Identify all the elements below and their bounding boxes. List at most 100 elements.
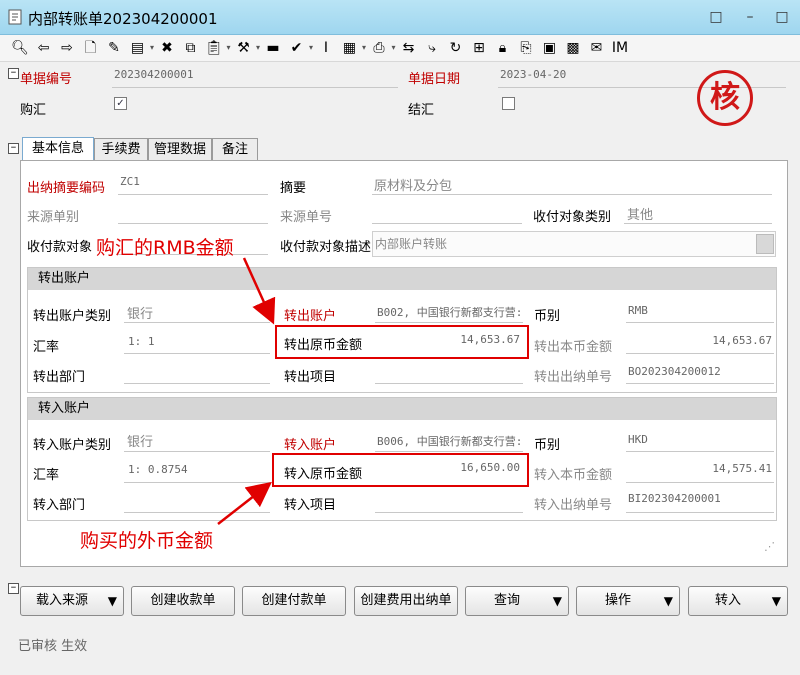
- link-icon[interactable]: ⇆: [399, 38, 419, 58]
- tools-icon[interactable]: ⚒: [234, 38, 254, 58]
- calculator-icon[interactable]: ▣: [540, 38, 560, 58]
- out-account-field[interactable]: [375, 321, 523, 323]
- status-text: 已审核 生效: [18, 639, 88, 654]
- transfer-in-button[interactable]: 转入 ▼: [688, 586, 788, 616]
- collapse-buttons-toggle[interactable]: −: [8, 583, 19, 594]
- out-currency-label: 币别: [534, 309, 561, 324]
- print-icon[interactable]: ⎙: [369, 38, 389, 58]
- toolbar-dropdown-icon[interactable]: ▾: [359, 38, 369, 58]
- out-type-field[interactable]: [124, 321, 270, 323]
- in-type-field[interactable]: [124, 450, 270, 452]
- out-local-amount-field[interactable]: [626, 352, 774, 354]
- source-bill-field[interactable]: [118, 222, 268, 224]
- in-currency-field[interactable]: [626, 450, 774, 452]
- create-payment-button[interactable]: 创建付款单: [242, 586, 346, 616]
- tab-basic-info[interactable]: 基本信息: [22, 137, 94, 162]
- paste-icon[interactable]: 📋︎: [204, 38, 224, 58]
- arrow-left-icon[interactable]: ⇦: [34, 38, 54, 58]
- arrow-right-icon[interactable]: ⇨: [57, 38, 77, 58]
- counterparty-desc-field[interactable]: 内部账户转账: [372, 231, 776, 257]
- out-dept-field[interactable]: [124, 382, 270, 384]
- copy-icon[interactable]: ⧉: [181, 38, 201, 58]
- out-account-title: 转出账户: [28, 268, 776, 290]
- counterparty-desc-value: 内部账户转账: [375, 237, 448, 251]
- create-receipt-button[interactable]: 创建收款单: [131, 586, 235, 616]
- maximize-button[interactable]: □: [772, 8, 792, 26]
- tab-management-data[interactable]: 管理数据: [148, 138, 212, 161]
- summary-code-field[interactable]: [118, 193, 268, 195]
- settle-fx-checkbox[interactable]: [502, 97, 515, 110]
- tab-remarks[interactable]: 备注: [212, 138, 258, 161]
- edit-icon[interactable]: ✎: [104, 38, 124, 58]
- out-local-amount-value: 14,653.67: [712, 334, 772, 347]
- in-project-field[interactable]: [375, 511, 523, 513]
- query-button[interactable]: 查询 ▼: [465, 586, 569, 616]
- tab-fees[interactable]: 手续费: [94, 138, 148, 161]
- lock-icon[interactable]: 🔒︎: [493, 38, 513, 58]
- window-title: 内部转账单202304200001: [28, 10, 218, 28]
- in-local-amount-field[interactable]: [626, 481, 774, 483]
- create-expense-button[interactable]: 创建费用出纳单: [354, 586, 458, 616]
- resize-grip-icon[interactable]: ⋰: [764, 540, 775, 553]
- out-project-field[interactable]: [375, 382, 523, 384]
- in-rate-value: 1: 0.8754: [128, 463, 188, 476]
- tree-icon[interactable]: ⊞: [469, 38, 489, 58]
- summary-code-label: 出纳摘要编码: [27, 181, 106, 196]
- red-doc-icon[interactable]: ▬: [263, 38, 283, 58]
- in-account-value: B006, 中国银行新都支行营:: [377, 435, 523, 448]
- toolbar-dropdown-icon[interactable]: ▾: [253, 38, 263, 58]
- toolbar-dropdown-icon[interactable]: ▾: [389, 38, 399, 58]
- pin-button[interactable]: □: [706, 8, 726, 26]
- toolbar-dropdown-icon[interactable]: ▾: [306, 38, 316, 58]
- flow-icon[interactable]: ⤷: [422, 38, 442, 58]
- summary-value: 原材料及分包: [374, 179, 453, 194]
- source-bill-label: 来源单别: [27, 210, 80, 225]
- unapprove-icon[interactable]: Ⅰ: [316, 38, 336, 58]
- counterparty-label: 收付款对象: [27, 240, 93, 255]
- chart-icon[interactable]: ▦: [340, 38, 360, 58]
- operate-button[interactable]: 操作 ▼: [576, 586, 680, 616]
- in-cashier-no-field[interactable]: [626, 511, 774, 513]
- im-icon[interactable]: IM: [610, 38, 630, 58]
- collapse-header-toggle[interactable]: −: [8, 68, 19, 79]
- in-local-amount-value: 14,575.41: [712, 462, 772, 475]
- title-bar: 内部转账单202304200001 □ – □: [0, 0, 800, 35]
- counterparty-desc-scrollbar[interactable]: [756, 234, 774, 254]
- in-account-field[interactable]: [375, 450, 523, 452]
- counterparty-desc-label: 收付款对象描述: [280, 240, 372, 255]
- counterparty-type-field[interactable]: [624, 222, 772, 224]
- in-rate-label: 汇率: [33, 468, 60, 483]
- toolbar-dropdown-icon[interactable]: ▾: [224, 38, 234, 58]
- toolbar: 🔍︎ ⇦ ⇨ 🗋 ✎ ▤ ▾ ✖ ⧉ 📋︎ ▾ ⚒ ▾ ▬ ✔ ▾ Ⅰ ▦ ▾ ⎙ ▾ ⇆ ⤷ ↻ ⊞ 🔒︎ ⎘ ▣ ▩ ✉ IM: [0, 35, 800, 62]
- fx-amount-annotation: 购买的外币金额: [80, 530, 214, 552]
- settle-fx-label: 结汇: [408, 103, 435, 118]
- save-icon[interactable]: ▤: [128, 38, 148, 58]
- bill-no-field[interactable]: [112, 86, 398, 88]
- mail-icon[interactable]: ✉: [587, 38, 607, 58]
- out-cashier-no-field[interactable]: [626, 382, 774, 384]
- approve-icon[interactable]: ✔: [287, 38, 307, 58]
- source-no-field[interactable]: [372, 222, 522, 224]
- approved-stamp: 核: [697, 70, 753, 126]
- in-rate-field[interactable]: [124, 481, 270, 483]
- in-dept-field[interactable]: [124, 511, 270, 513]
- out-type-value: 银行: [127, 307, 154, 322]
- in-currency-label: 币别: [534, 438, 561, 453]
- load-source-label: 载入来源: [35, 593, 88, 608]
- preview-icon[interactable]: 🔍︎: [10, 38, 30, 58]
- minimize-button[interactable]: –: [740, 8, 760, 26]
- export-icon[interactable]: ▩: [563, 38, 583, 58]
- summary-field[interactable]: [372, 193, 772, 195]
- load-source-button[interactable]: 载入来源 ▼: [20, 586, 124, 616]
- out-rate-label: 汇率: [33, 340, 60, 355]
- delete-icon[interactable]: ✖: [157, 38, 177, 58]
- out-currency-field[interactable]: [626, 321, 774, 323]
- attach-icon[interactable]: ⎘: [516, 38, 536, 58]
- new-document-icon[interactable]: 🗋: [81, 38, 101, 58]
- out-rate-field[interactable]: [124, 352, 270, 354]
- in-type-label: 转入账户类别: [33, 438, 112, 453]
- refresh-icon[interactable]: ↻: [446, 38, 466, 58]
- toolbar-dropdown-icon[interactable]: ▾: [147, 38, 157, 58]
- purchase-fx-checkbox[interactable]: ✓: [114, 97, 127, 110]
- collapse-tabs-toggle[interactable]: −: [8, 143, 19, 154]
